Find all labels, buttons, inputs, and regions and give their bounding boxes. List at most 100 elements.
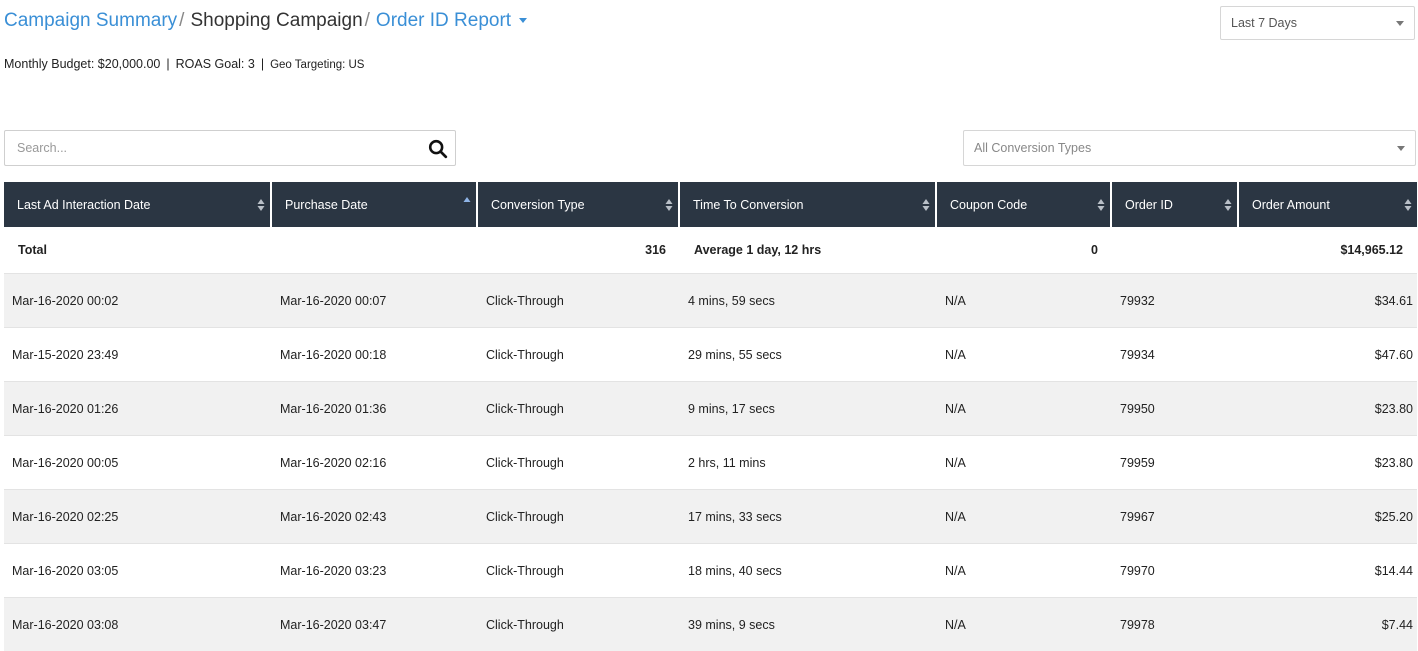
cell-purchase-date: Mar-16-2020 02:43 <box>272 489 478 543</box>
cell-last-ad-interaction-date: Mar-16-2020 00:02 <box>4 273 272 327</box>
report-switcher[interactable]: Order ID Report <box>375 10 528 31</box>
search-input[interactable] <box>6 132 417 164</box>
cell-conversion-type: Click-Through <box>478 489 680 543</box>
breadcrumb-separator: / <box>179 10 185 31</box>
cell-last-ad-interaction-date: Mar-15-2020 23:49 <box>4 327 272 381</box>
table-row[interactable]: Mar-16-2020 03:08 Mar-16-2020 03:47 Clic… <box>4 597 1417 651</box>
cell-last-ad-interaction-date: Mar-16-2020 03:08 <box>4 597 272 651</box>
geo-targeting: Geo Targeting: US <box>270 59 365 71</box>
cell-time-to-conversion: 17 mins, 33 secs <box>680 489 937 543</box>
table-header-row: Last Ad Interaction Date Purchase Date C… <box>4 182 1417 227</box>
date-range-value: Last 7 Days <box>1231 16 1298 30</box>
cell-coupon-code: N/A <box>937 597 1112 651</box>
order-id-table: Last Ad Interaction Date Purchase Date C… <box>4 182 1417 651</box>
sort-icon <box>257 198 265 211</box>
cell-conversion-type: Click-Through <box>478 597 680 651</box>
column-header-label: Conversion Type <box>491 197 585 212</box>
cell-purchase-date: Mar-16-2020 00:18 <box>272 327 478 381</box>
column-header-last-ad-interaction-date[interactable]: Last Ad Interaction Date <box>4 182 272 227</box>
cell-purchase-date: Mar-16-2020 00:07 <box>272 273 478 327</box>
total-cell-empty <box>1112 227 1239 273</box>
cell-coupon-code: N/A <box>937 273 1112 327</box>
cell-order-id: 79967 <box>1112 489 1239 543</box>
chevron-down-icon <box>1397 146 1405 151</box>
sort-icon <box>665 198 673 211</box>
cell-coupon-code: N/A <box>937 381 1112 435</box>
column-header-order-id[interactable]: Order ID <box>1112 182 1239 227</box>
cell-order-amount: $34.61 <box>1239 273 1417 327</box>
column-header-time-to-conversion[interactable]: Time To Conversion <box>680 182 937 227</box>
column-header-label: Order Amount <box>1252 197 1330 212</box>
cell-conversion-type: Click-Through <box>478 273 680 327</box>
roas-goal: ROAS Goal: 3 <box>175 57 255 71</box>
cell-conversion-type: Click-Through <box>478 381 680 435</box>
monthly-budget: Monthly Budget: $20,000.00 <box>4 57 161 71</box>
sort-ascending-icon <box>463 197 471 202</box>
total-average-time: Average 1 day, 12 hrs <box>694 243 822 257</box>
cell-last-ad-interaction-date: Mar-16-2020 03:05 <box>4 543 272 597</box>
total-order-amount: $14,965.12 <box>1340 243 1403 257</box>
total-coupon-count: 0 <box>1091 243 1098 257</box>
cell-order-amount: $7.44 <box>1239 597 1417 651</box>
cell-coupon-code: N/A <box>937 543 1112 597</box>
table-row[interactable]: Mar-16-2020 00:02 Mar-16-2020 00:07 Clic… <box>4 273 1417 327</box>
conversion-type-value: All Conversion Types <box>974 141 1092 155</box>
cell-last-ad-interaction-date: Mar-16-2020 02:25 <box>4 489 272 543</box>
cell-order-id: 79932 <box>1112 273 1239 327</box>
cell-last-ad-interaction-date: Mar-16-2020 00:05 <box>4 435 272 489</box>
breadcrumb: Campaign Summary / Shopping Campaign / Order… <box>4 10 528 32</box>
cell-coupon-code: N/A <box>937 327 1112 381</box>
cell-order-amount: $23.80 <box>1239 381 1417 435</box>
total-label: Total <box>18 243 47 257</box>
cell-time-to-conversion: 2 hrs, 11 mins <box>680 435 937 489</box>
cell-order-id: 79950 <box>1112 381 1239 435</box>
campaign-info: Monthly Budget: $20,000.00 | ROAS Goal: 3 |… <box>4 57 364 71</box>
total-conversion-count: 316 <box>645 243 666 257</box>
cell-coupon-code: N/A <box>937 489 1112 543</box>
cell-order-amount: $23.80 <box>1239 435 1417 489</box>
column-header-purchase-date[interactable]: Purchase Date <box>272 182 478 227</box>
table-row[interactable]: Mar-16-2020 00:05 Mar-16-2020 02:16 Clic… <box>4 435 1417 489</box>
search-icon[interactable] <box>427 138 449 160</box>
search-box <box>4 130 456 166</box>
cell-order-amount: $14.44 <box>1239 543 1417 597</box>
cell-purchase-date: Mar-16-2020 01:36 <box>272 381 478 435</box>
cell-order-amount: $25.20 <box>1239 489 1417 543</box>
breadcrumb-campaign-summary[interactable]: Campaign Summary <box>4 10 177 31</box>
column-header-label: Coupon Code <box>950 197 1028 212</box>
cell-time-to-conversion: 18 mins, 40 secs <box>680 543 937 597</box>
info-separator: | <box>260 57 265 71</box>
sort-icon <box>922 198 930 211</box>
cell-conversion-type: Click-Through <box>478 543 680 597</box>
sort-icon <box>1404 198 1412 211</box>
sort-icon <box>1097 198 1105 211</box>
column-header-label: Last Ad Interaction Date <box>17 197 151 212</box>
cell-purchase-date: Mar-16-2020 03:23 <box>272 543 478 597</box>
column-header-label: Time To Conversion <box>693 197 804 212</box>
table-row[interactable]: Mar-15-2020 23:49 Mar-16-2020 00:18 Clic… <box>4 327 1417 381</box>
conversion-type-select[interactable]: All Conversion Types <box>963 130 1416 166</box>
cell-order-amount: $47.60 <box>1239 327 1417 381</box>
date-range-select[interactable]: Last 7 Days <box>1220 6 1415 40</box>
report-switcher-label: Order ID Report <box>375 10 512 31</box>
sort-icon <box>1224 198 1232 211</box>
total-cell-empty <box>272 227 478 273</box>
cell-order-id: 79978 <box>1112 597 1239 651</box>
table-row[interactable]: Mar-16-2020 02:25 Mar-16-2020 02:43 Clic… <box>4 489 1417 543</box>
info-separator: | <box>166 57 170 71</box>
cell-conversion-type: Click-Through <box>478 435 680 489</box>
table-row[interactable]: Mar-16-2020 03:05 Mar-16-2020 03:23 Clic… <box>4 543 1417 597</box>
column-header-coupon-code[interactable]: Coupon Code <box>937 182 1112 227</box>
column-header-order-amount[interactable]: Order Amount <box>1239 182 1417 227</box>
chevron-down-icon <box>519 18 528 24</box>
cell-purchase-date: Mar-16-2020 02:16 <box>272 435 478 489</box>
chevron-down-icon <box>1396 21 1404 26</box>
cell-order-id: 79970 <box>1112 543 1239 597</box>
breadcrumb-shopping-campaign[interactable]: Shopping Campaign <box>190 10 362 31</box>
column-header-label: Purchase Date <box>285 197 368 212</box>
column-header-conversion-type[interactable]: Conversion Type <box>478 182 680 227</box>
cell-time-to-conversion: 29 mins, 55 secs <box>680 327 937 381</box>
cell-order-id: 79959 <box>1112 435 1239 489</box>
table-row[interactable]: Mar-16-2020 01:26 Mar-16-2020 01:36 Clic… <box>4 381 1417 435</box>
cell-coupon-code: N/A <box>937 435 1112 489</box>
